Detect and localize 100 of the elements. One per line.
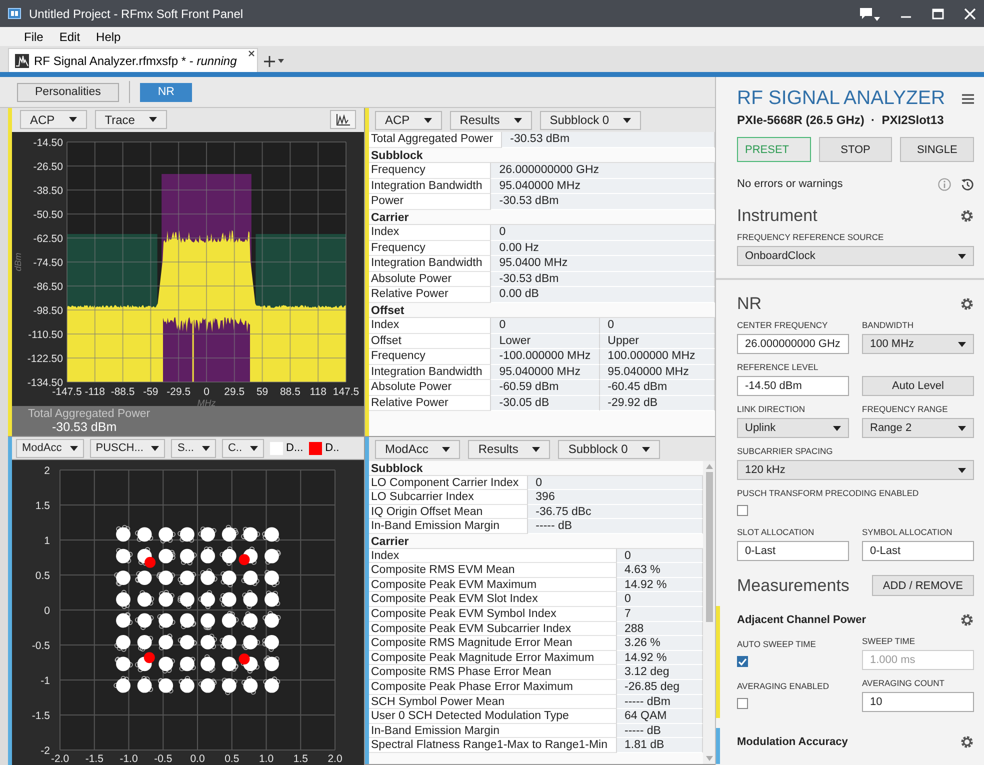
- input-field[interactable]: -14.50 dBm: [737, 376, 849, 396]
- symbol-cluster: [242, 635, 260, 650]
- add-remove-button[interactable]: ADD / REMOVE: [872, 575, 974, 596]
- result-value: 0.00 dB: [491, 287, 715, 302]
- info-icon[interactable]: [938, 178, 951, 190]
- result-label: Composite Peak Magnitude Error Maximum: [369, 650, 617, 666]
- close-icon[interactable]: [248, 50, 255, 57]
- settings-icon[interactable]: [960, 297, 974, 311]
- dropdown[interactable]: ModAcc: [375, 440, 460, 458]
- result-value: -30.53 dBm: [502, 132, 715, 148]
- dropdown[interactable]: Results: [468, 440, 550, 458]
- settings-icon[interactable]: [960, 735, 974, 749]
- chart-type-button[interactable]: [330, 110, 356, 130]
- dropdown[interactable]: C..: [222, 438, 264, 458]
- dropdown[interactable]: Results: [450, 110, 532, 130]
- axis-tick-label: 1: [44, 535, 50, 547]
- menu-icon[interactable]: [962, 94, 974, 104]
- result-label: Relative Power: [369, 287, 492, 302]
- auto-level-button[interactable]: Auto Level: [862, 376, 974, 396]
- window-title: Untitled Project - RFmx Soft Front Panel: [29, 6, 244, 20]
- result-value: 0: [600, 318, 715, 334]
- caret-icon: [202, 446, 210, 450]
- toolbar-button[interactable]: Personalities: [17, 82, 119, 102]
- select-field[interactable]: Uplink: [737, 418, 849, 438]
- dropdown[interactable]: ACP: [375, 110, 442, 130]
- action-button[interactable]: STOP: [818, 137, 892, 162]
- result-value: -29.92 dB: [600, 396, 715, 411]
- action-button[interactable]: SINGLE: [900, 137, 974, 162]
- dropdown[interactable]: Subblock 0: [558, 440, 660, 458]
- field-label: AVERAGING ENABLED: [737, 681, 830, 691]
- caret-icon: [958, 468, 966, 472]
- select-field[interactable]: 120 kHz: [737, 460, 974, 480]
- axis-tick-label: 1.5: [35, 500, 50, 512]
- chat-icon[interactable]: [858, 6, 880, 22]
- symbol-cluster: [178, 570, 196, 586]
- result-label: Absolute Power: [369, 380, 492, 396]
- scrollbar[interactable]: [703, 461, 715, 764]
- result-value: Lower: [491, 334, 600, 349]
- dropdown[interactable]: Subblock 0: [540, 110, 642, 130]
- menu-item[interactable]: Help: [89, 30, 128, 44]
- axis-tick-label: -29.5: [166, 386, 191, 398]
- symbol-cluster: [158, 527, 176, 544]
- symbol-cluster: [157, 613, 176, 629]
- axis-tick-label: 29.5: [224, 386, 245, 398]
- dropdown[interactable]: ModAcc: [16, 438, 84, 458]
- result-value: 1.81 dB: [616, 738, 703, 753]
- symbol-cluster: [262, 527, 280, 542]
- toolbar-button[interactable]: NR: [140, 82, 192, 102]
- symbol-cluster: [220, 592, 236, 607]
- dropdown[interactable]: ACP: [20, 110, 87, 130]
- dropdown[interactable]: S...: [171, 438, 216, 458]
- result-value: -36.75 dBc: [528, 504, 703, 520]
- axis-tick-label: 0: [44, 605, 50, 617]
- plus-icon[interactable]: [264, 56, 275, 66]
- menu-item[interactable]: File: [17, 30, 50, 44]
- axis-tick-label: -2: [40, 745, 50, 757]
- history-icon[interactable]: [961, 178, 974, 190]
- result-label: User 0 SCH Detected Modulation Type: [369, 709, 617, 724]
- result-value: 0: [491, 225, 715, 240]
- input-field[interactable]: 26.000000000 GHz: [737, 334, 849, 354]
- field-label: BANDWIDTH: [862, 320, 914, 330]
- result-value: 26.000000000 GHz: [491, 163, 715, 178]
- result-value: ----- dB: [528, 519, 703, 534]
- settings-icon[interactable]: [960, 613, 974, 627]
- symbol-cluster: [178, 527, 194, 543]
- select-field[interactable]: Range 2: [862, 418, 974, 438]
- checkbox[interactable]: [737, 505, 748, 516]
- result-value: -30.53 dBm: [491, 272, 715, 287]
- settings-icon[interactable]: [960, 209, 974, 223]
- menu-item[interactable]: Edit: [52, 30, 88, 44]
- caret-icon: [958, 254, 966, 258]
- input-field[interactable]: 0-Last: [737, 541, 849, 561]
- symbol-cluster: [116, 590, 130, 610]
- input-field[interactable]: 10: [862, 692, 974, 712]
- symbol-cluster: [264, 570, 280, 587]
- checkbox[interactable]: [737, 698, 748, 709]
- symbol-cluster: [180, 613, 196, 630]
- axis-tick-label: -14.50: [33, 136, 63, 149]
- symbol-cluster: [178, 635, 197, 650]
- result-value: 14.92 %: [616, 650, 703, 666]
- result-label: Composite Peak EVM Subcarrier Index: [369, 622, 617, 636]
- highlighted-symbol-cluster: [238, 654, 250, 664]
- result-label: Composite RMS Phase Error Mean: [369, 665, 617, 680]
- checkbox[interactable]: [737, 656, 748, 667]
- axis-tick-label: -1.0: [120, 753, 138, 765]
- axis-tick-label: -1.5: [32, 710, 50, 722]
- symbol-cluster: [241, 526, 260, 542]
- select-field[interactable]: OnboardClock: [737, 246, 974, 266]
- dropdown[interactable]: PUSCH...: [90, 438, 166, 458]
- scrollbar-thumb[interactable]: [706, 472, 712, 622]
- dropdown[interactable]: Trace: [94, 110, 167, 130]
- symbol-cluster: [222, 656, 238, 672]
- result-value: 0.00 Hz: [491, 240, 715, 256]
- axis-tick-label: 88.5: [280, 386, 300, 398]
- document-tab[interactable]: RF Signal Analyzer.rfmxsfp * - running: [8, 48, 258, 72]
- select-field[interactable]: 100 MHz: [862, 334, 974, 354]
- input-field[interactable]: 0-Last: [862, 541, 974, 561]
- maximize-icon[interactable]: [932, 8, 944, 20]
- caret-icon[interactable]: [278, 59, 284, 63]
- device-subtitle: PXIe-5668R (26.5 GHz) · PXI2Slot13: [737, 113, 945, 127]
